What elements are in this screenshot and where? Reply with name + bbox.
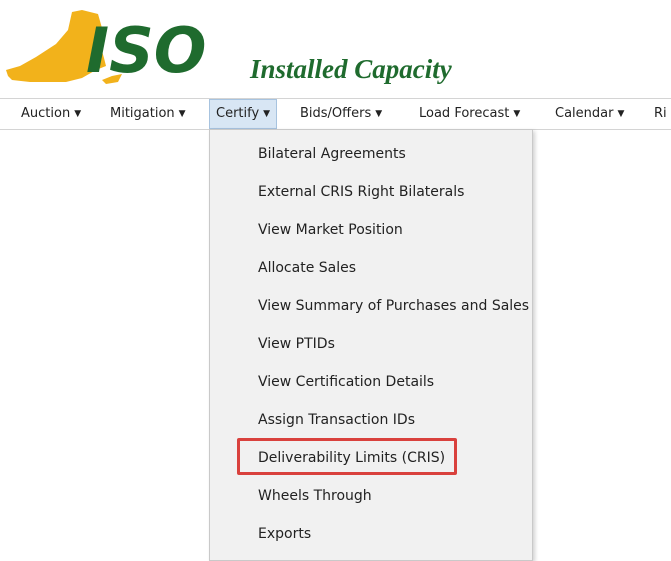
menu-calendar-label: Calendar [555,106,614,121]
menu-calendar[interactable]: Calendar ▼ [555,99,624,129]
caret-down-icon: ▼ [375,109,383,119]
main-menubar: Auction ▼ Mitigation ▼ Certify ▼ Bids/Offer… [0,98,671,130]
menu-item-deliverability-limits-cris[interactable]: Deliverability Limits (CRIS) [258,448,445,468]
nyiso-logo: ISO [6,10,206,87]
menu-item-view-ptids[interactable]: View PTIDs [258,334,335,354]
menu-item-view-summary-purchases-sales[interactable]: View Summary of Purchases and Sales [258,296,529,316]
menu-mitigation-label: Mitigation [110,106,175,121]
menu-load-forecast-label: Load Forecast [419,106,510,121]
menu-auction-label: Auction [21,106,71,121]
menu-rights-label: Ri [654,106,667,121]
menu-item-view-certification-details[interactable]: View Certification Details [258,372,434,392]
caret-down-icon: ▼ [617,109,625,119]
menu-item-assign-transaction-ids[interactable]: Assign Transaction IDs [258,410,415,430]
caret-down-icon: ▼ [74,109,82,119]
header: ISO Installed Capacity [0,0,671,96]
menu-item-view-market-position[interactable]: View Market Position [258,220,403,240]
menu-bids-offers-label: Bids/Offers [300,106,372,121]
menu-item-exports[interactable]: Exports [258,524,311,544]
menu-item-external-cris-right-bilaterals[interactable]: External CRIS Right Bilaterals [258,182,464,202]
menu-item-allocate-sales[interactable]: Allocate Sales [258,258,356,278]
app-title: Installed Capacity [250,54,452,84]
certify-dropdown: Bilateral Agreements External CRIS Right… [209,129,533,561]
menu-rights-truncated[interactable]: Ri [654,99,667,129]
caret-down-icon: ▼ [178,109,186,119]
menu-load-forecast[interactable]: Load Forecast ▼ [419,99,520,129]
menu-certify-label: Certify [216,106,260,121]
logo-text: ISO [86,14,206,87]
caret-down-icon: ▼ [513,109,521,119]
menu-item-wheels-through[interactable]: Wheels Through [258,486,372,506]
menu-mitigation[interactable]: Mitigation ▼ [110,99,186,129]
menu-certify[interactable]: Certify ▼ [209,99,278,129]
caret-down-icon: ▼ [263,109,271,119]
menu-item-bilateral-agreements[interactable]: Bilateral Agreements [258,144,406,164]
menu-auction[interactable]: Auction ▼ [21,99,81,129]
menu-bids-offers[interactable]: Bids/Offers ▼ [300,99,382,129]
